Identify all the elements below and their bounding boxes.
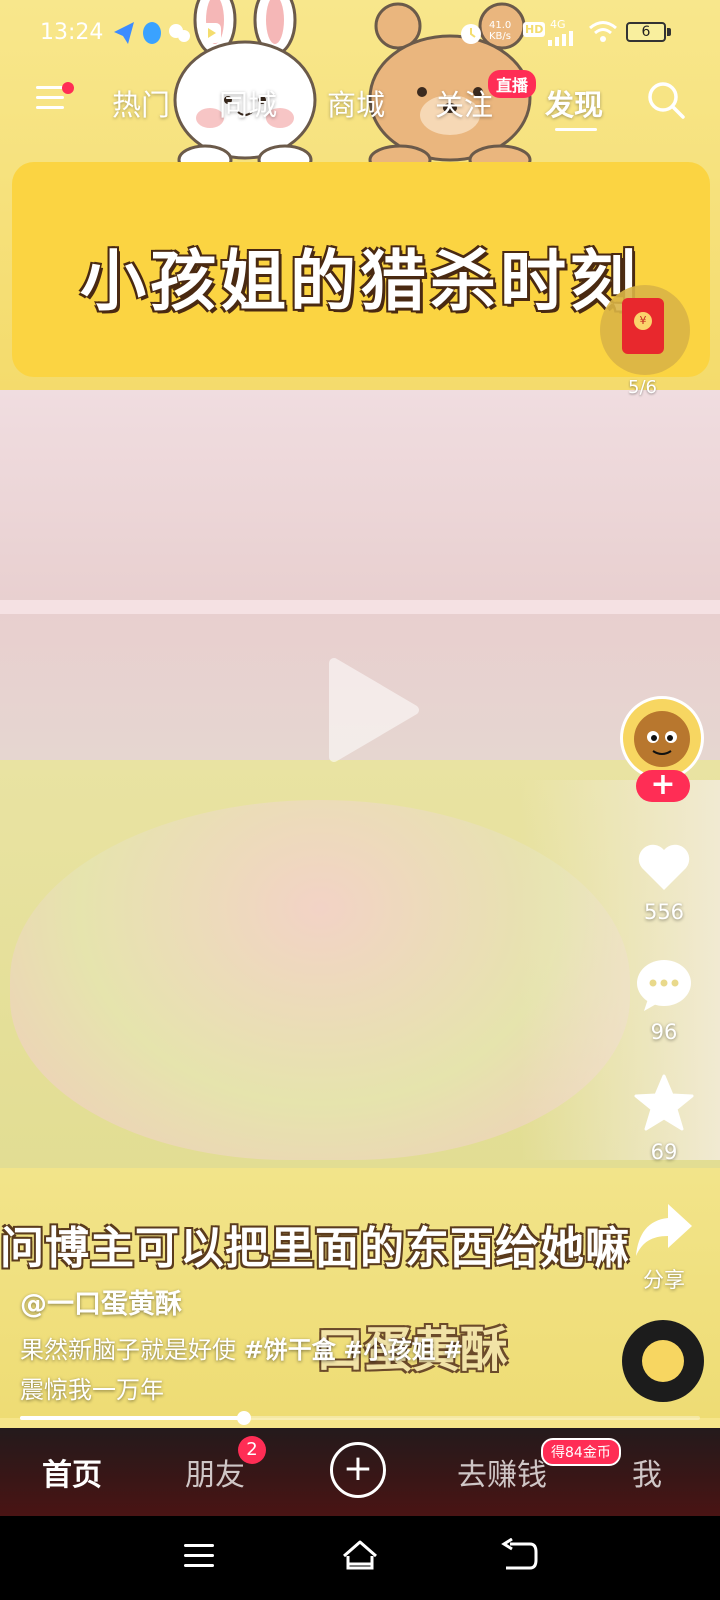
recents-icon[interactable] bbox=[180, 1538, 220, 1574]
follow-button[interactable]: + bbox=[636, 770, 690, 802]
tab-local[interactable]: 同城 bbox=[219, 82, 277, 124]
tab-earn[interactable]: 去赚钱 bbox=[457, 1450, 547, 1494]
favorite-count: 69 bbox=[650, 1140, 678, 1164]
comment-count: 96 bbox=[650, 1020, 678, 1044]
hashtag[interactable]: #小孩姐 bbox=[343, 1336, 435, 1364]
share-label: 分享 bbox=[643, 1268, 685, 1292]
status-time: 13:24 bbox=[40, 20, 104, 45]
like-count: 556 bbox=[643, 900, 685, 924]
tab-home[interactable]: 首页 bbox=[42, 1450, 102, 1494]
friends-badge: 2 bbox=[238, 1436, 266, 1464]
tab-friends[interactable]: 朋友 bbox=[185, 1450, 245, 1494]
play-icon[interactable] bbox=[322, 655, 422, 765]
author-name[interactable]: @一口蛋黄酥 bbox=[20, 1282, 182, 1321]
wifi-icon bbox=[589, 21, 617, 42]
heart-icon[interactable] bbox=[634, 836, 694, 896]
search-icon[interactable] bbox=[646, 80, 686, 120]
video-subtitle: 问博主可以把里面的东西给她嘛 bbox=[0, 1223, 630, 1274]
battery-cap bbox=[667, 28, 671, 36]
star-icon[interactable] bbox=[634, 1073, 694, 1133]
comment-icon[interactable] bbox=[634, 955, 694, 1015]
video-frame-shelf bbox=[0, 600, 720, 614]
tab-me[interactable]: 我 bbox=[632, 1450, 662, 1494]
red-packet-count: 5/6 bbox=[628, 377, 657, 398]
red-packet-coin: ¥ bbox=[634, 312, 652, 330]
tab-following[interactable]: 关注 bbox=[435, 82, 493, 124]
avatar-character-icon bbox=[634, 711, 690, 767]
hd-badge: HD bbox=[523, 22, 546, 37]
progress-fill bbox=[20, 1416, 244, 1420]
tab-discover[interactable]: 发现 bbox=[545, 82, 603, 124]
alarm-icon bbox=[461, 24, 481, 44]
description-text: 果然新脑子就是好使 bbox=[20, 1336, 236, 1364]
coin-reward-badge: 得84金币 bbox=[541, 1438, 621, 1466]
tab-hot[interactable]: 热门 bbox=[112, 82, 170, 124]
notification-icons bbox=[114, 22, 221, 44]
battery-indicator: 6 bbox=[626, 22, 666, 42]
back-icon[interactable] bbox=[500, 1538, 540, 1574]
live-badge: 直播 bbox=[488, 70, 537, 98]
description-text-line2: 震惊我一万年 bbox=[20, 1376, 164, 1404]
signal-icon bbox=[548, 31, 573, 46]
home-icon[interactable] bbox=[340, 1538, 380, 1574]
active-tab-indicator bbox=[555, 128, 597, 131]
video-description: 果然新脑子就是好使 #饼干盒 #小孩姐 # 震惊我一万年 bbox=[20, 1330, 540, 1410]
menu-notification-dot bbox=[62, 82, 74, 94]
hashtag[interactable]: #饼干盒 bbox=[244, 1336, 336, 1364]
tab-mall[interactable]: 商城 bbox=[327, 82, 385, 124]
network-speed: 41.0 KB/s bbox=[489, 20, 512, 42]
music-disc-cover bbox=[642, 1340, 684, 1382]
create-button[interactable]: + bbox=[330, 1442, 386, 1498]
hashtag[interactable]: # bbox=[443, 1336, 463, 1364]
progress-handle[interactable] bbox=[237, 1411, 251, 1425]
